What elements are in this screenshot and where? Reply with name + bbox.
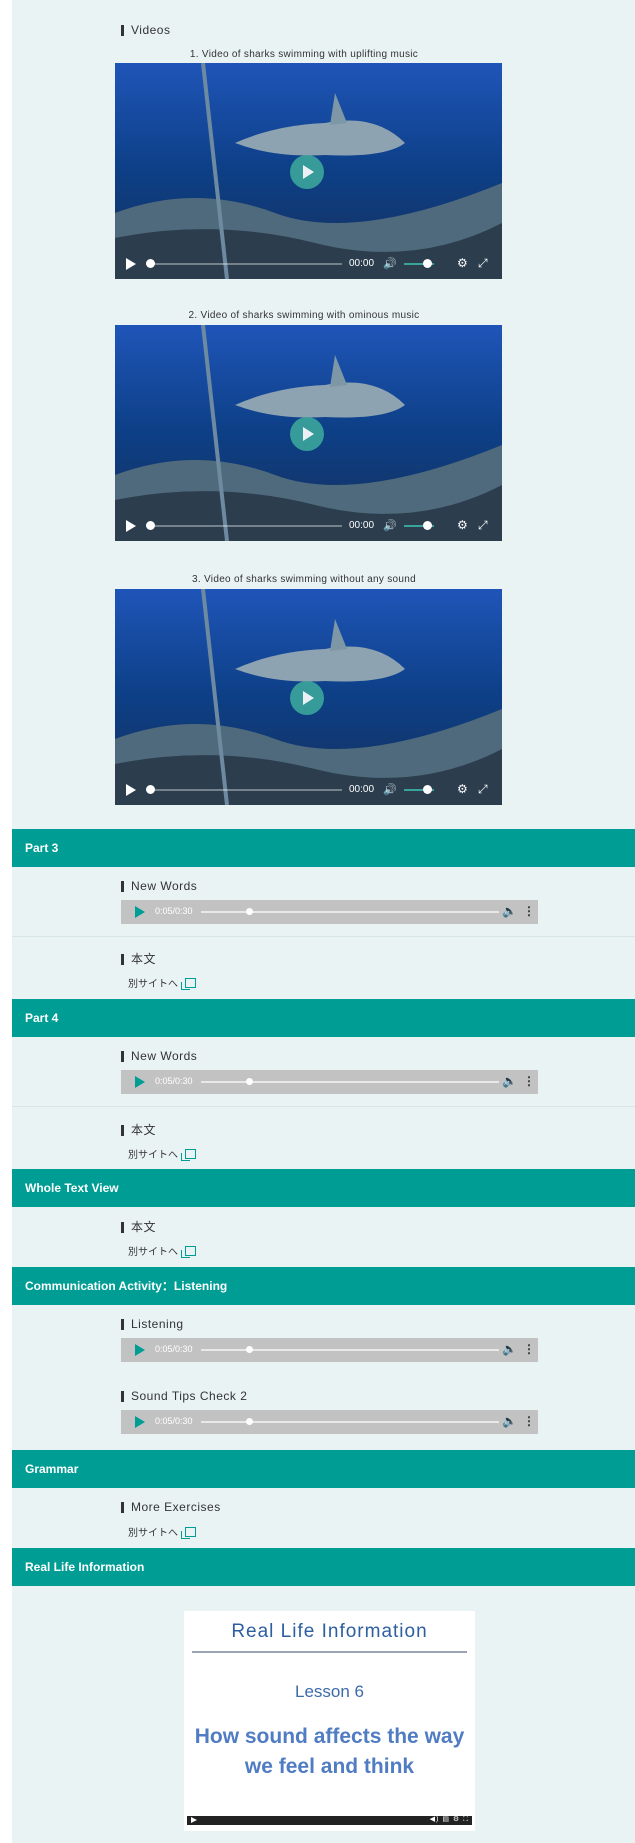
play-icon[interactable] [135,1416,145,1428]
whole-text-header: Whole Text View [12,1169,635,1207]
volume-knob[interactable] [423,259,432,268]
real-life-video[interactable]: Real Life Information Lesson 6 How sound… [184,1611,475,1831]
video-progress-knob[interactable] [146,785,155,794]
fullscreen-icon[interactable]: ⤢ [478,782,488,797]
play-icon[interactable] [126,520,136,532]
sound-tips-heading: Sound Tips Check 2 [121,1390,247,1402]
fullscreen-icon[interactable]: ⤢ [478,256,488,271]
divider [192,1651,467,1653]
video-3-player[interactable]: 00:00 🔊 ⚙ ⤢ [115,589,502,805]
video-progress-knob[interactable] [146,259,155,268]
play-overlay-button[interactable] [290,155,324,189]
audio-progress-knob[interactable] [246,1418,253,1425]
audio-time: 0:05/0:30 [155,1344,193,1354]
play-overlay-button[interactable] [290,681,324,715]
video-controls: ◀) ▤ ⚙ ⛶ [187,1816,472,1825]
honbun-heading: 本文 [121,1124,156,1136]
volume-icon[interactable]: 🔈 [502,904,517,918]
external-site-link-text: 別サイトへ [128,1528,178,1539]
play-icon[interactable] [126,258,136,270]
external-site-link[interactable]: 別サイトへ [128,1146,196,1161]
video-1-caption: 1. Video of sharks swimming with uplifti… [189,49,419,60]
volume-icon[interactable]: 🔊 [383,519,397,532]
honbun-heading: 本文 [121,953,156,965]
video-2-player[interactable]: 00:00 🔊 ⚙ ⤢ [115,325,502,541]
gear-icon[interactable]: ⚙ [457,782,468,796]
play-icon[interactable] [135,906,145,918]
volume-icon[interactable]: 🔊 [383,257,397,270]
audio-player[interactable]: 0:05/0:30 🔈 ⋮ [121,1070,538,1094]
play-icon[interactable] [191,1817,197,1823]
external-site-link[interactable]: 別サイトへ [128,1524,196,1539]
external-site-link-text: 別サイトへ [128,1247,178,1258]
video-time: 00:00 [349,520,375,531]
part-4-header: Part 4 [12,999,635,1037]
volume-icon[interactable]: 🔈 [502,1414,517,1428]
communication-header: Communication Activity：Listening [12,1267,635,1305]
external-site-link[interactable]: 別サイトへ [128,975,196,990]
honbun-heading: 本文 [121,1221,156,1233]
audio-progress-knob[interactable] [246,908,253,915]
control-icons[interactable]: ◀) ▤ ⚙ ⛶ [430,1815,469,1824]
lesson-label: Lesson 6 [295,1682,364,1701]
play-overlay-button[interactable] [290,417,324,451]
audio-time: 0:05/0:30 [155,906,193,916]
video-progress-track[interactable] [146,789,342,791]
real-life-header: Real Life Information [12,1548,635,1586]
audio-progress-knob[interactable] [246,1346,253,1353]
volume-knob[interactable] [423,785,432,794]
volume-icon[interactable]: 🔊 [383,783,397,796]
gear-icon[interactable]: ⚙ [457,518,468,532]
video-controls: 00:00 🔊 ⚙ ⤢ [115,511,502,541]
audio-player[interactable]: 0:05/0:30 🔈 ⋮ [121,1410,538,1434]
external-link-icon [181,1149,196,1161]
page: Videos 1. Video of sharks swimming with … [12,0,635,1843]
audio-player[interactable]: 0:05/0:30 🔈 ⋮ [121,1338,538,1362]
listening-heading: Listening [121,1318,184,1330]
lesson-headline: How sound affects the way we feel and th… [194,1725,465,1778]
external-site-link-text: 別サイトへ [128,979,178,990]
play-icon[interactable] [135,1344,145,1356]
video-1-player[interactable]: 00:00 🔊 ⚙ ⤢ [115,63,502,279]
video-controls: 00:00 🔊 ⚙ ⤢ [115,775,502,805]
more-options-icon[interactable]: ⋮ [523,904,535,918]
video-progress-knob[interactable] [146,521,155,530]
video-progress-track[interactable] [146,263,342,265]
video-time: 00:00 [349,784,375,795]
more-exercises-heading: More Exercises [121,1501,221,1513]
video-3-caption: 3. Video of sharks swimming without any … [192,574,416,585]
external-link-icon [181,1246,196,1258]
external-site-link-text: 別サイトへ [128,1150,178,1161]
video-progress-track[interactable] [146,525,342,527]
external-site-link[interactable]: 別サイトへ [128,1243,196,1258]
volume-icon[interactable]: 🔈 [502,1074,517,1088]
more-options-icon[interactable]: ⋮ [523,1414,535,1428]
audio-player[interactable]: 0:05/0:30 🔈 ⋮ [121,900,538,924]
play-icon[interactable] [126,784,136,796]
audio-progress-knob[interactable] [246,1078,253,1085]
real-life-card-title: Real Life Information [231,1621,428,1642]
divider [12,936,635,937]
grammar-header: Grammar [12,1450,635,1488]
audio-time: 0:05/0:30 [155,1076,193,1086]
videos-heading: Videos [121,24,170,36]
external-link-icon [181,978,196,990]
fullscreen-icon[interactable]: ⤢ [478,518,488,533]
video-time: 00:00 [349,258,375,269]
video-2-caption: 2. Video of sharks swimming with ominous… [188,310,420,321]
more-options-icon[interactable]: ⋮ [523,1342,535,1356]
gear-icon[interactable]: ⚙ [457,256,468,270]
new-words-heading: New Words [121,1050,197,1062]
video-controls: 00:00 🔊 ⚙ ⤢ [115,249,502,279]
more-options-icon[interactable]: ⋮ [523,1074,535,1088]
audio-time: 0:05/0:30 [155,1416,193,1426]
external-link-icon [181,1527,196,1539]
new-words-heading: New Words [121,880,197,892]
part-3-header: Part 3 [12,829,635,867]
volume-knob[interactable] [423,521,432,530]
volume-icon[interactable]: 🔈 [502,1342,517,1356]
play-icon[interactable] [135,1076,145,1088]
divider [12,1106,635,1107]
